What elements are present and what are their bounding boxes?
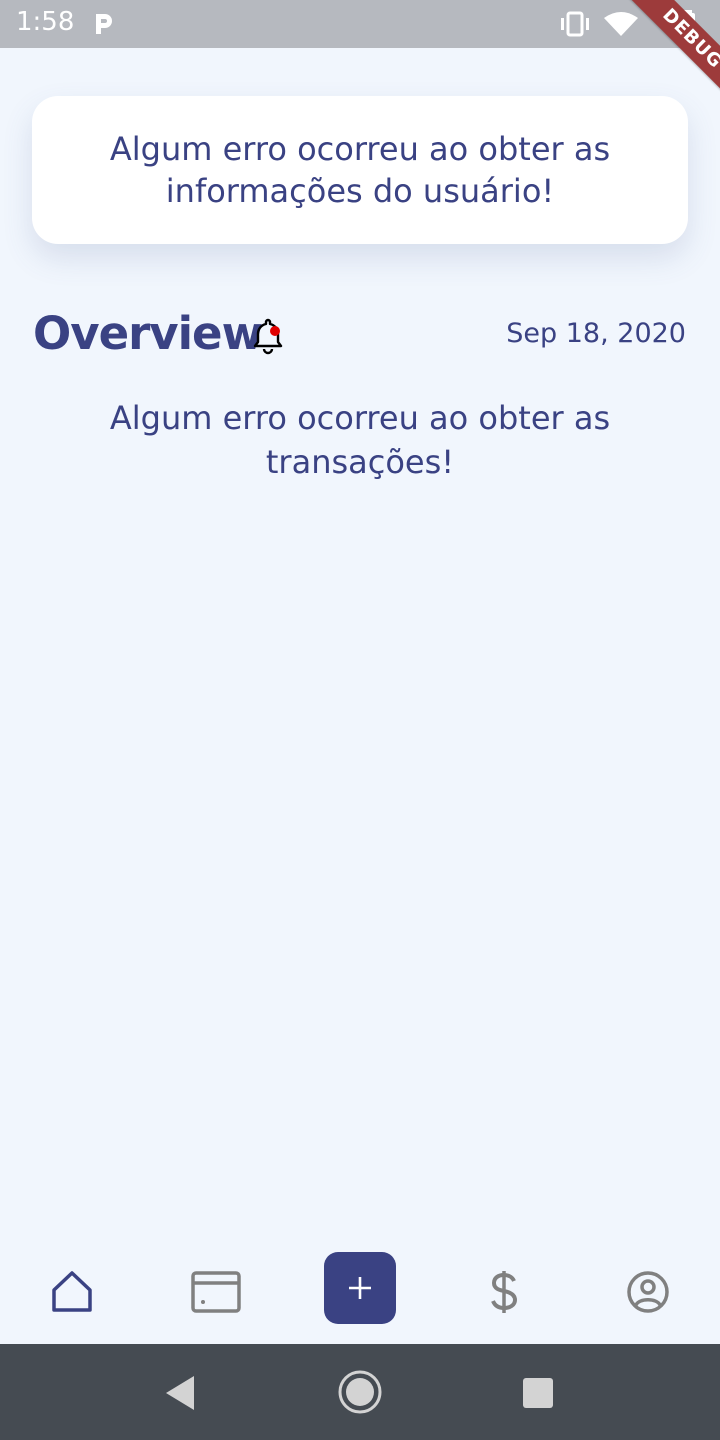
user-error-message: Algum erro ocorreu ao obter as informaçõ… <box>109 130 611 210</box>
status-time: 1:58 <box>16 7 75 37</box>
home-circle-icon[interactable] <box>336 1368 384 1416</box>
home-icon <box>52 1271 92 1312</box>
nav-money-button[interactable] <box>468 1256 540 1328</box>
notification-bell-icon[interactable] <box>250 318 286 356</box>
page-title: Overview <box>33 307 263 360</box>
dollar-icon <box>491 1271 518 1313</box>
nav-cards-button[interactable] <box>180 1256 252 1328</box>
overview-date: Sep 18, 2020 <box>506 318 686 349</box>
status-bar: 1:58 <box>0 0 720 48</box>
transactions-error-message: Algum erro ocorreu ao obter as transaçõe… <box>109 399 611 481</box>
vibrate-icon <box>561 11 589 37</box>
back-icon[interactable] <box>162 1374 198 1412</box>
plus-icon <box>349 1277 371 1299</box>
nav-profile-button[interactable] <box>612 1256 684 1328</box>
wifi-icon <box>604 12 638 36</box>
card-icon <box>191 1271 241 1313</box>
app-p-icon <box>96 14 112 34</box>
nav-home-button[interactable] <box>36 1256 108 1328</box>
add-transaction-button[interactable] <box>324 1252 396 1324</box>
recents-icon[interactable] <box>522 1377 554 1409</box>
bottom-nav <box>0 1240 720 1344</box>
user-error-card: Algum erro ocorreu ao obter as informaçõ… <box>32 96 688 244</box>
profile-icon <box>627 1271 669 1313</box>
